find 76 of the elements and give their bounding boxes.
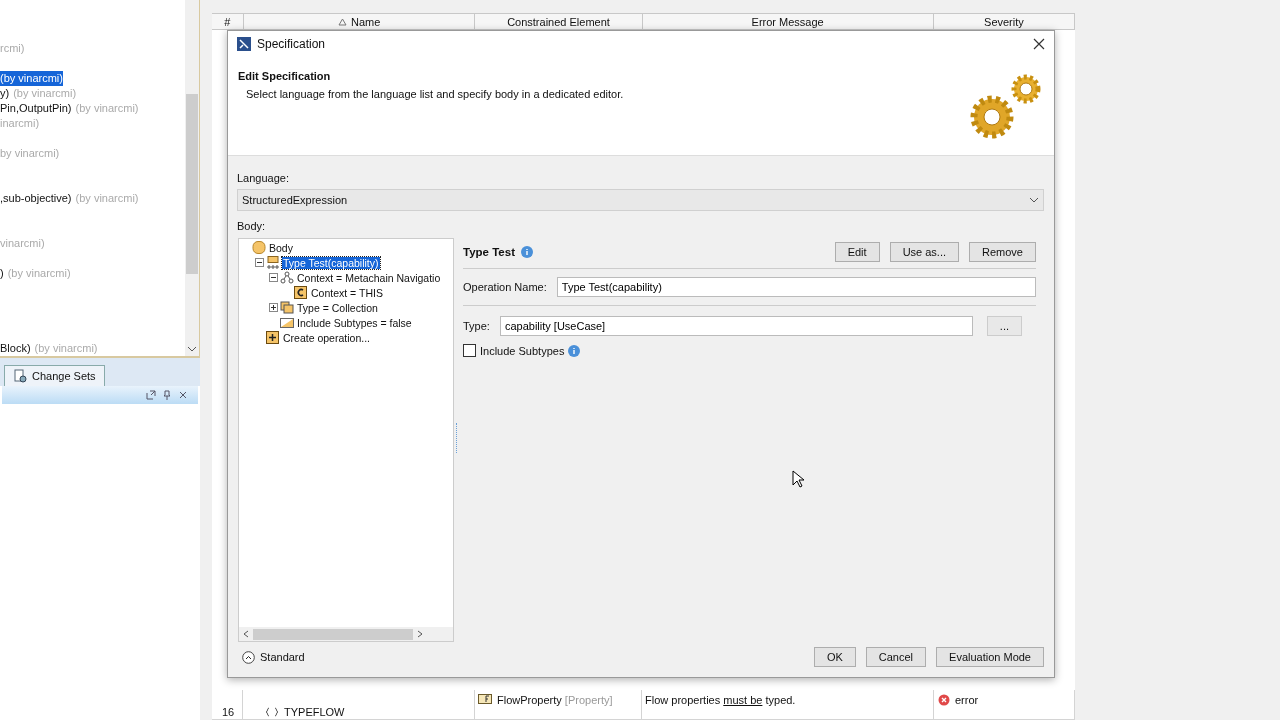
scrollbar[interactable] xyxy=(185,0,199,356)
author-note[interactable]: (by vinarcmi) xyxy=(0,71,63,86)
error-message: Flow properties must be typed. xyxy=(645,694,796,706)
language-dropdown[interactable]: StructuredExpression xyxy=(237,189,1044,211)
close-icon[interactable] xyxy=(1033,38,1045,50)
context-icon xyxy=(294,286,308,299)
dialog-description: Select language from the language list and specify body in a dedicated editor. xyxy=(245,88,625,100)
sort-icon[interactable] xyxy=(338,17,347,26)
column-header[interactable]: Error Message xyxy=(642,13,934,30)
field-label: Operation Name: xyxy=(463,281,547,293)
tree-item[interactable]: ,sub-objective) xyxy=(0,191,72,206)
action-button[interactable]: Use as... xyxy=(889,242,960,262)
column-header[interactable]: Severity xyxy=(933,13,1075,30)
field-label: Body: xyxy=(237,220,267,232)
collapse-circle-icon xyxy=(242,650,255,664)
document-icon xyxy=(13,369,27,383)
dialog-button[interactable]: OK xyxy=(813,647,856,667)
field-label: Type: xyxy=(463,320,490,332)
dialog-button[interactable]: Cancel xyxy=(865,647,927,667)
column-header[interactable]: Constrained Element xyxy=(475,13,643,30)
section-title: Type Test xyxy=(463,246,515,258)
tree-node[interactable]: Include Subtypes = false xyxy=(296,316,413,329)
tree-item[interactable]: ) xyxy=(0,266,4,281)
column-header[interactable]: # xyxy=(212,13,244,30)
property-icon xyxy=(280,316,294,329)
dialog-button[interactable]: Evaluation Mode xyxy=(936,647,1044,667)
restore-icon[interactable] xyxy=(146,390,156,400)
action-button[interactable]: Remove xyxy=(969,242,1036,262)
tree-item[interactable]: Block) xyxy=(0,341,31,356)
tree-node[interactable]: Body xyxy=(268,241,294,254)
tree-node[interactable]: Context = Metachain Navigatio xyxy=(296,271,442,284)
standard-toggle[interactable]: Standard xyxy=(237,650,305,664)
error-icon xyxy=(938,694,950,706)
operation-name-field[interactable]: Type Test(capability) xyxy=(556,277,1036,297)
field-label: Language: xyxy=(237,172,290,184)
property-icon xyxy=(478,694,492,704)
checkbox[interactable] xyxy=(463,344,476,357)
expand-icon[interactable] xyxy=(269,303,278,312)
scroll-right-icon[interactable] xyxy=(417,630,423,638)
close-icon[interactable] xyxy=(178,390,188,400)
tree-item[interactable]: Pin,OutputPin) xyxy=(0,101,72,116)
operation-icon xyxy=(266,256,280,269)
scroll-down-icon[interactable] xyxy=(187,346,197,352)
checkbox-label[interactable]: Include Subtypes xyxy=(480,344,565,357)
info-icon[interactable] xyxy=(521,246,533,258)
horizontal-scrollbar[interactable] xyxy=(239,627,453,641)
chevron-down-icon xyxy=(1029,197,1039,203)
tree-node[interactable]: Type Test(capability) xyxy=(282,256,380,269)
tree-node[interactable]: Create operation... xyxy=(282,331,371,344)
link[interactable]: must be xyxy=(723,694,763,706)
row-number: 16 xyxy=(222,705,235,718)
tree-node[interactable]: Context = THIS xyxy=(310,286,384,299)
pin-icon[interactable] xyxy=(162,390,172,400)
tree-item[interactable]: y) xyxy=(0,86,10,101)
tree-node[interactable]: Type = Collection xyxy=(296,301,379,314)
collapse-icon[interactable] xyxy=(255,258,264,267)
collection-icon xyxy=(280,301,294,314)
action-button[interactable]: Edit xyxy=(834,242,880,262)
type-field[interactable]: capability [UseCase] xyxy=(499,316,973,336)
table-cell: TYPEFLOW xyxy=(284,705,345,718)
table-cell: error xyxy=(955,694,979,706)
change-sets-tab[interactable]: Change Sets xyxy=(4,365,105,386)
body-icon xyxy=(252,241,266,254)
scroll-left-icon[interactable] xyxy=(243,630,249,638)
metachain-icon xyxy=(280,271,294,284)
create-icon xyxy=(266,331,280,344)
window-title: Specification xyxy=(257,37,326,51)
column-header[interactable]: Name xyxy=(243,13,476,30)
collapse-icon[interactable] xyxy=(269,273,278,282)
browse-button[interactable]: ... xyxy=(986,316,1022,336)
cursor-icon xyxy=(792,470,804,488)
dialog-heading: Edit Specification xyxy=(238,70,332,82)
info-icon[interactable] xyxy=(568,344,581,357)
app-icon xyxy=(237,37,251,51)
table-cell: FlowProperty [Property] xyxy=(497,694,613,706)
braces-icon xyxy=(265,706,279,717)
